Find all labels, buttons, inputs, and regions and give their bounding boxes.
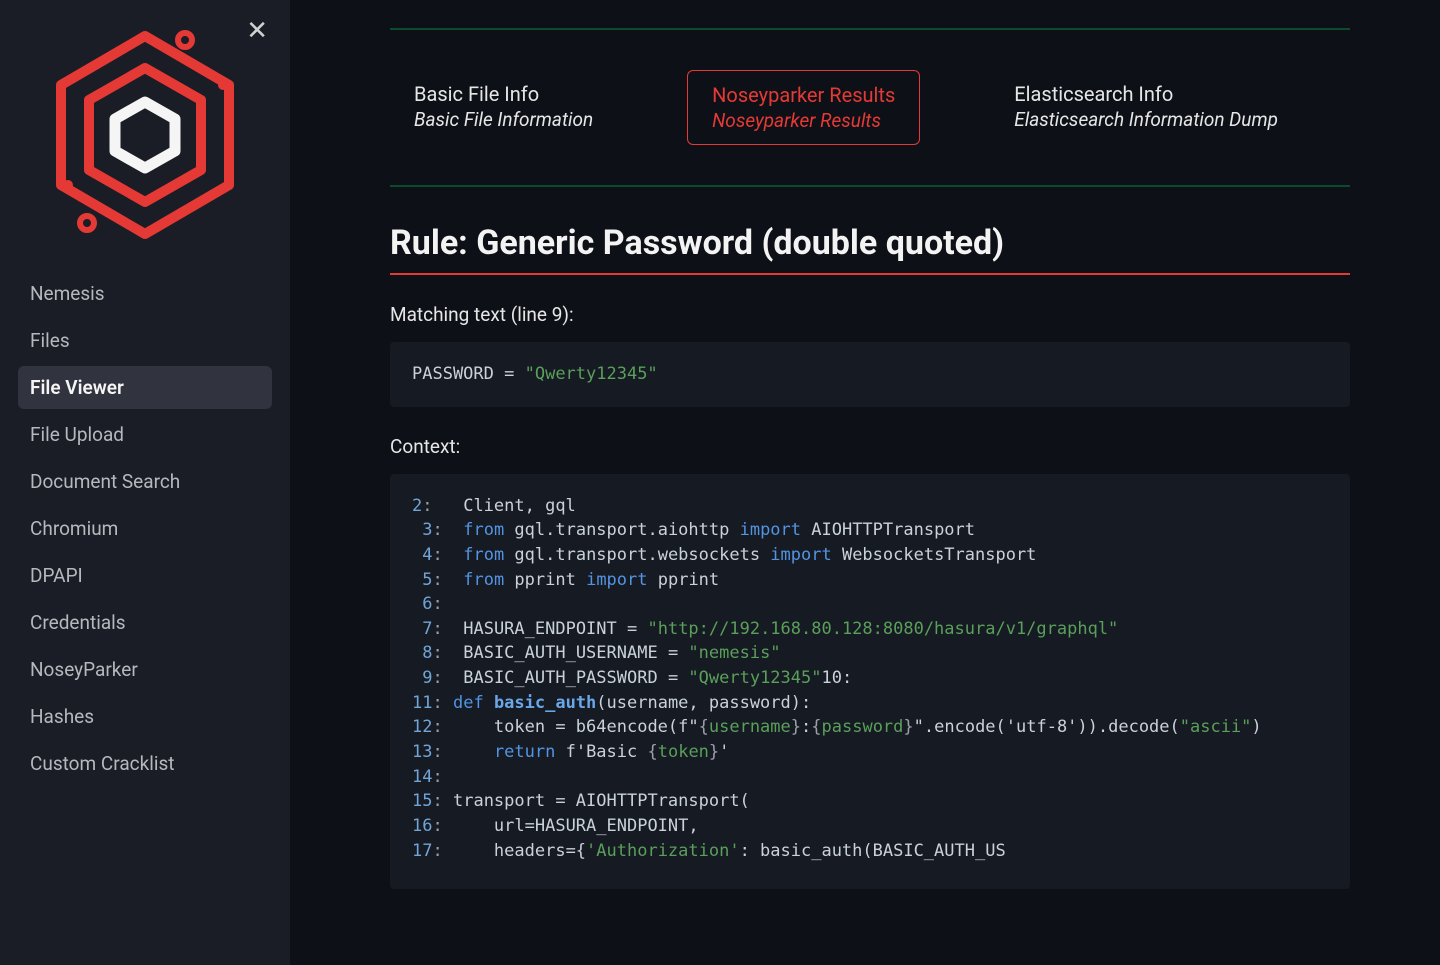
context-label: Context: (390, 435, 1350, 458)
sidebar-item-nemesis[interactable]: Nemesis (18, 272, 272, 315)
sidebar: ✕ Nemesis Files File Viewer File Upload … (0, 0, 290, 965)
close-icon[interactable]: ✕ (246, 18, 268, 44)
tab-subtitle: Elasticsearch Information Dump (1014, 108, 1278, 131)
tab-title: Elasticsearch Info (1014, 82, 1278, 106)
tabs: Basic File Info Basic File Information N… (390, 70, 1350, 145)
sidebar-nav: Nemesis Files File Viewer File Upload Do… (0, 262, 290, 799)
context-codebox: 2: Client, gql 3: from gql.transport.aio… (390, 474, 1350, 890)
match-label: Matching text (line 9): (390, 303, 1350, 326)
sidebar-item-dpapi[interactable]: DPAPI (18, 554, 272, 597)
divider (390, 28, 1350, 30)
match-codebox: PASSWORD = "Qwerty12345" (390, 342, 1350, 407)
sidebar-item-files[interactable]: Files (18, 319, 272, 362)
tab-noseyparker-results[interactable]: Noseyparker Results Noseyparker Results (687, 70, 920, 145)
hex-logo-icon (45, 30, 245, 240)
main-content: Basic File Info Basic File Information N… (290, 0, 1440, 965)
sidebar-item-document-search[interactable]: Document Search (18, 460, 272, 503)
divider (390, 185, 1350, 187)
sidebar-item-hashes[interactable]: Hashes (18, 695, 272, 738)
tab-elasticsearch-info[interactable]: Elasticsearch Info Elasticsearch Informa… (990, 70, 1302, 143)
tab-subtitle: Noseyparker Results (712, 109, 895, 132)
rule-title: Rule: Generic Password (double quoted) (390, 223, 1350, 275)
tab-title: Basic File Info (414, 82, 593, 106)
sidebar-item-credentials[interactable]: Credentials (18, 601, 272, 644)
tab-subtitle: Basic File Information (414, 108, 593, 131)
sidebar-item-custom-cracklist[interactable]: Custom Cracklist (18, 742, 272, 785)
sidebar-item-file-upload[interactable]: File Upload (18, 413, 272, 456)
tab-basic-file-info[interactable]: Basic File Info Basic File Information (390, 70, 617, 143)
sidebar-item-noseyparker[interactable]: NoseyParker (18, 648, 272, 691)
sidebar-item-file-viewer[interactable]: File Viewer (18, 366, 272, 409)
tab-title: Noseyparker Results (712, 83, 895, 107)
sidebar-item-chromium[interactable]: Chromium (18, 507, 272, 550)
